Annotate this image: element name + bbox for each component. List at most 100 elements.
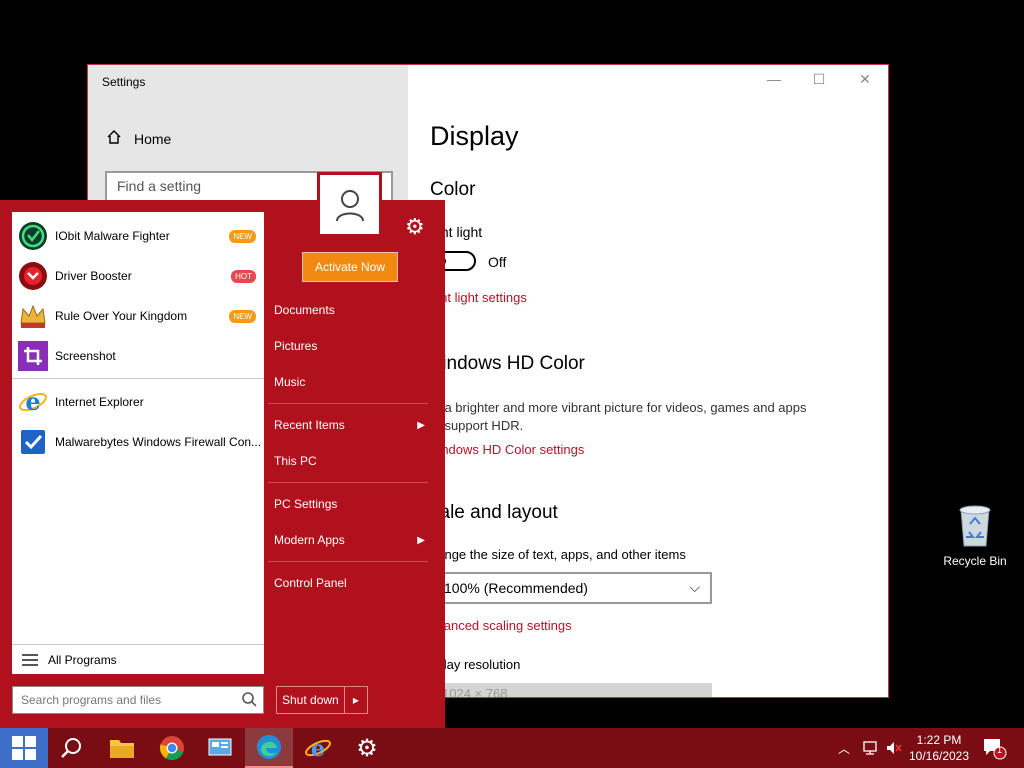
hd-color-desc-1: et a brighter and more vibrant picture f… — [430, 400, 807, 415]
window-title: Settings — [102, 75, 146, 89]
gear-icon: ⚙ — [356, 734, 378, 762]
checkmark-icon — [18, 427, 48, 457]
activate-now-button[interactable]: Activate Now — [302, 252, 398, 282]
folder-icon — [110, 740, 134, 758]
menu-separator — [268, 403, 428, 404]
menu-recent-items[interactable]: Recent Items ▶ — [264, 407, 429, 443]
recycle-bin[interactable]: Recycle Bin — [940, 502, 1010, 568]
desktop: Recycle Bin Settings Home Find a setting… — [0, 0, 1024, 768]
resolution-dropdown[interactable]: 1024 × 768 — [430, 683, 712, 697]
night-light-state: Off — [488, 254, 507, 270]
taskbar-file-explorer[interactable] — [98, 728, 146, 768]
taskbar-edge[interactable] — [245, 728, 293, 768]
home-label: Home — [134, 130, 172, 147]
search-placeholder: Search programs and files — [21, 693, 162, 707]
app-label: Internet Explorer — [55, 395, 144, 409]
hd-color-desc-2: at support HDR. — [430, 418, 524, 433]
notification-icon — [984, 739, 1007, 760]
taskbar-search-button[interactable] — [48, 728, 96, 768]
hd-color-heading: Vindows HD Color — [430, 353, 585, 374]
home-icon — [106, 129, 122, 148]
menu-modern-apps-label: Modern Apps — [274, 533, 345, 547]
app-rule-over-your-kingdom[interactable]: Rule Over Your Kingdom NEW — [12, 296, 264, 336]
shutdown-options-icon[interactable]: ▸ — [345, 693, 367, 707]
tray-network[interactable] — [862, 728, 880, 768]
network-icon — [863, 741, 877, 755]
taskbar-chrome[interactable] — [148, 728, 196, 768]
menu-music[interactable]: Music — [264, 364, 429, 400]
windows-logo-icon — [12, 736, 36, 760]
user-icon — [335, 189, 364, 221]
scale-desc: hange the size of text, apps, and other … — [430, 547, 686, 562]
scale-dropdown[interactable]: 100% (Recommended) ⌵ — [430, 572, 712, 604]
clock-date: 10/16/2023 — [908, 749, 970, 763]
scale-value: 100% (Recommended) — [444, 580, 588, 596]
app-malwarebytes-firewall[interactable]: Malwarebytes Windows Firewall Con... — [12, 422, 264, 462]
hot-badge: HOT — [231, 269, 256, 283]
volume-muted-icon — [887, 742, 902, 754]
scale-heading: cale and layout — [430, 502, 558, 523]
chevron-right-icon: ▶ — [417, 534, 425, 546]
menu-separator — [268, 482, 428, 483]
app-label: Malwarebytes Windows Firewall Con... — [55, 435, 262, 449]
action-center-button[interactable]: 1 — [982, 728, 1008, 768]
internet-explorer-icon: e — [305, 736, 331, 761]
start-search-input[interactable]: Search programs and files — [12, 686, 264, 714]
svg-text:e: e — [311, 736, 325, 761]
new-badge: NEW — [229, 229, 256, 243]
shutdown-button[interactable]: Shut down ▸ — [276, 686, 368, 714]
app-driver-booster[interactable]: Driver Booster HOT — [12, 256, 264, 296]
chevron-down-icon: ⌵ — [689, 579, 700, 595]
menu-this-pc[interactable]: This PC — [264, 443, 429, 479]
svg-text:e: e — [25, 387, 40, 416]
taskbar-settings[interactable]: ⚙ — [343, 728, 391, 768]
start-button[interactable] — [0, 728, 48, 768]
chevron-up-icon: ︿ — [838, 741, 851, 756]
control-panel-icon — [208, 738, 232, 756]
edge-icon — [257, 735, 281, 759]
app-screenshot[interactable]: Screenshot — [12, 336, 264, 376]
all-programs-label: All Programs — [48, 652, 117, 667]
shutdown-label: Shut down — [277, 687, 345, 713]
menu-modern-apps[interactable]: Modern Apps ▶ — [264, 522, 429, 558]
app-internet-explorer[interactable]: e Internet Explorer — [12, 382, 264, 422]
driver-booster-icon — [18, 261, 48, 291]
menu-control-panel[interactable]: Control Panel — [264, 565, 429, 601]
search-icon — [61, 738, 81, 758]
hd-color-settings-link[interactable]: Vindows HD Color settings — [430, 442, 584, 457]
search-icon — [241, 691, 257, 710]
chrome-icon — [160, 736, 184, 760]
menu-recent-label: Recent Items — [274, 418, 345, 432]
iobit-shield-icon — [18, 221, 48, 251]
settings-main: Display Color ight light Off ight light … — [430, 65, 888, 697]
menu-documents[interactable]: Documents — [264, 292, 429, 328]
taskbar-internet-explorer[interactable]: e — [294, 728, 342, 768]
clock-time: 1:22 PM — [916, 733, 962, 747]
taskbar-control-panel[interactable] — [196, 728, 244, 768]
new-badge: NEW — [229, 309, 256, 323]
notification-count: 1 — [997, 745, 1003, 755]
gear-icon[interactable]: ⚙ — [405, 214, 425, 240]
advanced-scaling-link[interactable]: dvanced scaling settings — [430, 618, 572, 633]
crop-icon — [18, 341, 48, 371]
app-iobit-malware-fighter[interactable]: IObit Malware Fighter NEW — [12, 216, 264, 256]
page-title: Display — [430, 121, 519, 151]
internet-explorer-icon: e — [18, 387, 48, 417]
start-menu: ⚙ Activate Now IObit Malware Fighter NEW… — [0, 172, 445, 728]
home-nav[interactable]: Home — [106, 129, 171, 148]
pinned-apps-panel: IObit Malware Fighter NEW Driver Booster… — [12, 212, 264, 674]
taskbar: e ⚙ ︿ 1:22 PM 10/16/2023 1 — [0, 728, 1024, 768]
user-avatar[interactable] — [317, 172, 382, 237]
chevron-right-icon: ▶ — [417, 419, 425, 431]
menu-separator — [268, 561, 428, 562]
menu-pictures[interactable]: Pictures — [264, 328, 429, 364]
apps-separator — [12, 378, 264, 379]
hamburger-icon — [22, 653, 38, 666]
all-programs-button[interactable]: All Programs — [12, 644, 264, 674]
tray-overflow-button[interactable]: ︿ — [838, 728, 850, 768]
menu-pc-settings[interactable]: PC Settings — [264, 486, 429, 522]
kingdom-crown-icon — [18, 301, 48, 331]
clock[interactable]: 1:22 PM 10/16/2023 — [904, 732, 974, 764]
tray-volume[interactable] — [885, 728, 903, 768]
app-label: Screenshot — [55, 349, 116, 363]
